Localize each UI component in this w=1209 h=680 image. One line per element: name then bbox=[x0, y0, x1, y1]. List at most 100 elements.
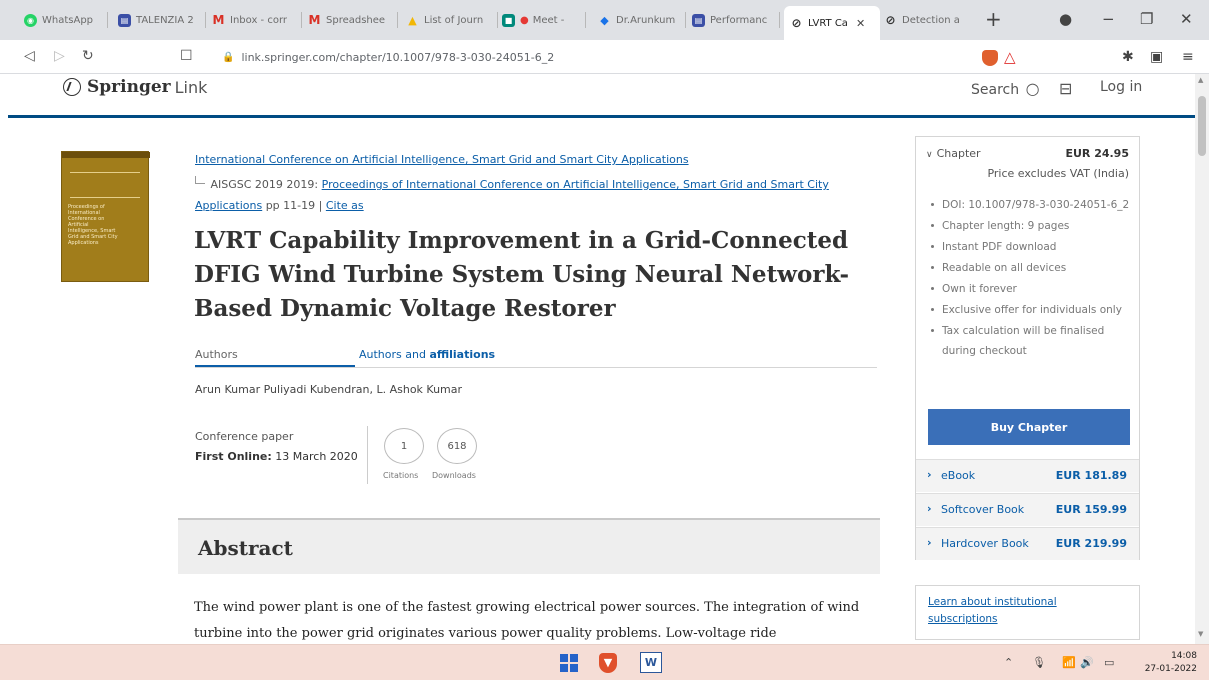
cite-as-link[interactable]: Cite as bbox=[326, 199, 364, 212]
cover-text: Proceedings of International Conference … bbox=[68, 204, 118, 246]
bookmark-icon[interactable]: ☐ bbox=[180, 48, 193, 64]
tab-list-of-journals[interactable]: ▲ List of Journ bbox=[406, 9, 498, 31]
search-icon: ○ bbox=[1025, 79, 1040, 98]
cover-graphic bbox=[70, 172, 140, 198]
indent-marker bbox=[195, 176, 205, 184]
scroll-down-icon[interactable]: ▼ bbox=[1198, 630, 1203, 638]
reload-icon[interactable]: ↻ bbox=[82, 48, 94, 64]
clock-date: 27-01-2022 bbox=[1144, 664, 1197, 674]
chapter-label: Chapter bbox=[936, 147, 981, 160]
brave-rewards-icon[interactable]: △ bbox=[1004, 48, 1016, 66]
institutional-link[interactable]: Learn about institutional subscriptions bbox=[928, 594, 1098, 628]
abstract-section-header: Abstract bbox=[178, 518, 880, 574]
tab-inbox[interactable]: M Inbox - corr bbox=[212, 9, 302, 31]
login-link[interactable]: Log in bbox=[1100, 79, 1142, 95]
back-icon[interactable]: ◁ bbox=[24, 48, 35, 64]
header-rule bbox=[8, 115, 1195, 118]
wifi-icon[interactable]: 📶 bbox=[1062, 656, 1076, 669]
word-taskbar-icon[interactable]: W bbox=[640, 652, 662, 673]
tab-label: WhatsApp bbox=[42, 14, 94, 26]
feature-item: Own it forever bbox=[930, 279, 1130, 299]
close-window-icon[interactable]: ✕ bbox=[1180, 10, 1193, 28]
tab-performance[interactable]: ▤ Performanc bbox=[692, 9, 780, 31]
first-online-date: 13 March 2020 bbox=[275, 450, 358, 463]
tab-affiliations[interactable]: Authors and affiliations bbox=[359, 348, 495, 361]
battery-icon[interactable]: ▭ bbox=[1104, 656, 1114, 669]
page-scrollbar[interactable]: ▲ ▼ bbox=[1195, 74, 1209, 644]
system-clock[interactable]: 14:08 27-01-2022 bbox=[1145, 650, 1197, 676]
option-ebook[interactable]: › eBook EUR 181.89 bbox=[916, 459, 1139, 492]
downloads-count: 618 bbox=[437, 428, 477, 464]
meet-icon: ■ bbox=[502, 13, 515, 27]
drive-icon: ▲ bbox=[408, 13, 417, 27]
windows-start-icon[interactable] bbox=[560, 654, 578, 672]
chapter-title: LVRT Capability Improvement in a Grid-Co… bbox=[194, 227, 849, 322]
tab-meet[interactable]: ■ ● Meet - bbox=[502, 9, 586, 31]
chevron-right-icon: › bbox=[927, 536, 932, 549]
tab-authors[interactable]: Authors bbox=[195, 348, 355, 367]
tab-talenzia[interactable]: ▤ TALENZIA 2 bbox=[118, 9, 206, 31]
vat-note: Price excludes VAT (India) bbox=[987, 167, 1129, 180]
metrics-divider bbox=[367, 426, 368, 484]
feature-item: Chapter length: 9 pages bbox=[930, 216, 1130, 236]
forward-icon[interactable]: ▷ bbox=[54, 48, 65, 64]
option-softcover[interactable]: › Softcover Book EUR 159.99 bbox=[916, 493, 1139, 526]
cart-icon[interactable]: ⊟ bbox=[1059, 79, 1072, 98]
chapter-toggle[interactable]: ∨ Chapter bbox=[926, 147, 981, 160]
first-online: First Online: 13 March 2020 bbox=[195, 450, 358, 463]
abstract-heading: Abstract bbox=[198, 536, 293, 560]
institutional-box: Learn about institutional subscriptions bbox=[915, 585, 1140, 640]
option-label: Hardcover Book bbox=[941, 537, 1029, 550]
search-link[interactable]: Search ○ bbox=[971, 79, 1040, 98]
browser-tab-bar: ◉ WhatsApp ▤ TALENZIA 2 M Inbox - corr M… bbox=[0, 0, 1209, 40]
proceedings-breadcrumb: AISGSC 2019 2019: Proceedings of Interna… bbox=[195, 174, 855, 216]
tab-label: Spreadshee bbox=[326, 14, 386, 26]
whatsapp-icon: ◉ bbox=[24, 13, 37, 27]
tab-label: Performanc bbox=[710, 14, 768, 26]
tab-authors-label: Authors bbox=[195, 348, 238, 361]
chevron-down-icon: ∨ bbox=[926, 150, 933, 160]
tab-detection[interactable]: ⊘ Detection a bbox=[884, 9, 972, 31]
authors-tabs: Authors Authors and affiliations bbox=[195, 346, 877, 368]
url-field[interactable]: 🔒 link.springer.com/chapter/10.1007/978-… bbox=[222, 46, 942, 68]
citations-count[interactable]: 1 bbox=[384, 428, 424, 464]
feature-item: Exclusive offer for individuals only bbox=[930, 300, 1130, 320]
wallet-icon[interactable]: ▣ bbox=[1150, 49, 1163, 65]
record-icon[interactable]: ● bbox=[1059, 10, 1072, 28]
author-list[interactable]: Arun Kumar Puliyadi Kubendran, L. Ashok … bbox=[195, 383, 462, 396]
tab-affiliations-label-bold: affiliations bbox=[429, 348, 496, 361]
tray-chevron-icon[interactable]: ⌃ bbox=[1004, 656, 1013, 669]
new-tab-icon[interactable]: + bbox=[985, 7, 1002, 31]
option-hardcover[interactable]: › Hardcover Book EUR 219.99 bbox=[916, 527, 1139, 560]
scroll-up-icon[interactable]: ▲ bbox=[1198, 76, 1203, 84]
tab-whatsapp[interactable]: ◉ WhatsApp bbox=[24, 9, 108, 31]
option-price: EUR 219.99 bbox=[1055, 537, 1127, 550]
scroll-thumb[interactable] bbox=[1198, 96, 1206, 156]
app-icon: ▤ bbox=[118, 13, 131, 27]
feature-list: DOI: 10.1007/978-3-030-24051-6_2 Chapter… bbox=[930, 195, 1130, 362]
brave-shield-icon[interactable] bbox=[982, 50, 998, 66]
citations-label: Citations bbox=[383, 471, 419, 480]
site-icon: ◆ bbox=[600, 13, 609, 27]
address-bar: ◁ ▷ ↻ ☐ 🔒 link.springer.com/chapter/10.1… bbox=[0, 40, 1209, 74]
microphone-icon[interactable]: 🎙 bbox=[1032, 656, 1046, 669]
brand-name: Springer bbox=[87, 77, 171, 97]
option-label: eBook bbox=[941, 469, 976, 482]
series-link[interactable]: International Conference on Artificial I… bbox=[195, 153, 689, 166]
tab-spreadsheet[interactable]: M Spreadshee bbox=[308, 9, 398, 31]
springer-logo[interactable]: Springer Link bbox=[63, 77, 207, 97]
url-text: link.springer.com/chapter/10.1007/978-3-… bbox=[241, 50, 555, 64]
tab-dr-arunkumar[interactable]: ◆ Dr.Arunkum bbox=[598, 9, 686, 31]
book-cover[interactable]: Proceedings of International Conference … bbox=[61, 151, 150, 282]
close-tab-icon[interactable]: ✕ bbox=[856, 17, 865, 30]
windows-taskbar: ▼ W ⌃ 🎙 📶 🔊 ▭ 14:08 27-01-2022 bbox=[0, 644, 1209, 680]
brave-taskbar-icon[interactable]: ▼ bbox=[599, 653, 617, 673]
tab-label: Detection a bbox=[902, 14, 960, 26]
extensions-icon[interactable]: ✱ bbox=[1122, 49, 1134, 65]
volume-icon[interactable]: 🔊 bbox=[1080, 656, 1094, 669]
buy-chapter-button[interactable]: Buy Chapter bbox=[928, 409, 1130, 445]
menu-icon[interactable]: ≡ bbox=[1182, 49, 1194, 65]
tab-lvrt-active[interactable]: ⊘ LVRT Ca ✕ bbox=[784, 6, 880, 40]
minimize-icon[interactable]: − bbox=[1102, 10, 1115, 28]
restore-icon[interactable]: ❐ bbox=[1140, 10, 1153, 28]
